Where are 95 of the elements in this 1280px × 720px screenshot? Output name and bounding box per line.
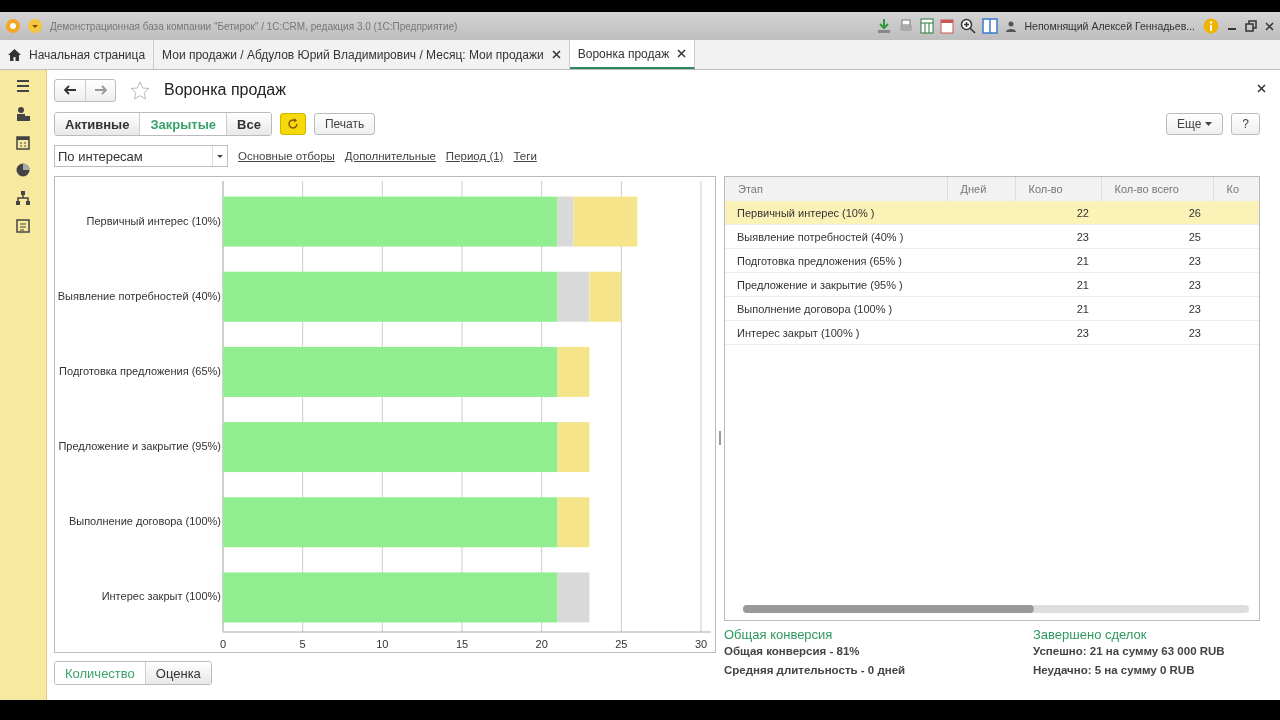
column-header[interactable]: Кол-во всего xyxy=(1101,177,1213,201)
axis-tick-label: 30 xyxy=(694,638,708,650)
table-row[interactable]: Выполнение договора (100% ) 21 23 xyxy=(725,296,1259,321)
table-cell: Выполнение договора (100% ) xyxy=(737,302,893,315)
category-label: Выявление потребностей (40%) xyxy=(57,289,221,302)
column-header[interactable]: Кол-во xyxy=(1015,177,1101,201)
category-label: Предложение и закрытие (95%) xyxy=(58,440,221,453)
caret-icon xyxy=(217,154,223,158)
calendar-icon[interactable] xyxy=(15,134,31,150)
pie-chart-icon[interactable] xyxy=(15,162,31,178)
filter-button[interactable]: Активные xyxy=(55,113,140,135)
table-icon[interactable] xyxy=(920,18,935,34)
table-cell: 23 xyxy=(1076,230,1089,243)
category-label: Интерес закрыт (100%) xyxy=(101,590,221,603)
category-label: Подготовка предложения (65%) xyxy=(59,364,221,377)
form-title: Воронка продаж xyxy=(164,81,286,99)
home-icon xyxy=(8,48,21,61)
table-cell: 21 xyxy=(1076,254,1089,267)
hierarchy-icon[interactable] xyxy=(15,190,31,206)
table-cell: Подготовка предложения (65% ) xyxy=(737,254,902,267)
filter-link[interactable]: Теги xyxy=(513,150,537,162)
filter-button[interactable]: Все xyxy=(226,113,271,135)
section-heading: Завершено сделок xyxy=(1033,627,1148,642)
table-cell: 21 xyxy=(1076,278,1089,291)
table-cell: 23 xyxy=(1188,278,1201,291)
panels-icon[interactable] xyxy=(982,18,999,34)
table-row[interactable]: Интерес закрыт (100% ) 23 23 xyxy=(725,320,1259,345)
filter-link[interactable]: Дополнительные xyxy=(344,150,436,162)
printer-icon[interactable] xyxy=(898,18,915,34)
user-name[interactable]: Непомнящий Алексей Геннадьев... xyxy=(1024,20,1195,32)
column-header[interactable]: Ко xyxy=(1213,177,1259,201)
splitter-handle-icon[interactable] xyxy=(717,431,723,445)
view-toggle-button[interactable]: Оценка xyxy=(144,662,211,684)
filter-link[interactable]: Период (1) xyxy=(445,150,504,162)
axis-tick-label: 0 xyxy=(219,638,227,650)
bar-segment xyxy=(589,271,622,322)
axis-tick-label: 20 xyxy=(535,638,548,650)
tab[interactable]: Воронка продаж xyxy=(569,40,696,69)
category-label: Выполнение договора (100%) xyxy=(68,515,221,528)
table-cell: 22 xyxy=(1076,206,1089,219)
close-icon[interactable] xyxy=(551,50,561,59)
table-cell: 23 xyxy=(1188,254,1201,267)
column-header[interactable]: Этап xyxy=(725,177,947,201)
left-arrow-icon xyxy=(64,85,76,95)
table-cell: 25 xyxy=(1188,230,1201,243)
help-button[interactable]: ? xyxy=(1231,113,1260,135)
summary-line: Средняя длительность - 0 дней xyxy=(724,664,907,676)
list-icon[interactable] xyxy=(15,218,31,234)
axis-tick-label: 25 xyxy=(615,638,628,650)
table-row[interactable]: Подготовка предложения (65% ) 21 23 xyxy=(725,248,1259,273)
refresh-icon xyxy=(286,118,299,130)
table-cell: 26 xyxy=(1188,206,1201,219)
window-title: Демонстрационная база компании "Бетирок" / 1С:CRM, редакция 3.0 (1С:Предприятие) xyxy=(50,20,459,32)
table-cell: Интерес закрыт (100% ) xyxy=(737,326,860,339)
calendar-icon[interactable] xyxy=(940,18,955,34)
table-cell: Выявление потребностей (40% ) xyxy=(737,230,904,243)
table-cell: 21 xyxy=(1076,302,1089,315)
more-button[interactable]: Еще xyxy=(1165,113,1224,135)
table-cell: 23 xyxy=(1188,302,1201,315)
table-row[interactable]: Первичный интерес (10% ) 22 26 xyxy=(725,201,1259,225)
table-row[interactable]: Предложение и закрытие (95% ) 21 23 xyxy=(725,272,1259,297)
caret-icon xyxy=(1205,122,1213,126)
restore-icon[interactable] xyxy=(1245,20,1257,32)
table-row[interactable]: Выявление потребностей (40% ) 23 25 xyxy=(725,224,1259,249)
user-icon xyxy=(1006,20,1017,32)
close-icon[interactable] xyxy=(677,49,687,58)
menu-caret-icon[interactable] xyxy=(28,19,42,33)
filter-link[interactable]: Основные отборы xyxy=(238,150,335,162)
summary-line: Неудачно: 5 на сумму 0 RUB xyxy=(1033,664,1196,676)
summary-line: Успешно: 21 на сумму 63 000 RUB xyxy=(1033,645,1226,657)
zoom-icon[interactable] xyxy=(960,18,977,34)
column-header[interactable]: Дней xyxy=(947,177,1015,201)
axis-tick-label: 10 xyxy=(376,638,389,650)
right-arrow-icon xyxy=(94,85,107,95)
tab[interactable]: Начальная страница xyxy=(0,40,155,69)
horizontal-scrollbar[interactable] xyxy=(743,605,1249,613)
star-icon[interactable] xyxy=(130,80,150,100)
menu-icon[interactable] xyxy=(15,78,31,94)
close-icon[interactable] xyxy=(1265,21,1274,31)
table-cell: 23 xyxy=(1188,326,1201,339)
people-icon[interactable] xyxy=(15,106,31,122)
refresh-button[interactable] xyxy=(279,113,306,135)
tab[interactable]: Мои продажи / Абдулов Юрий Владимирович / Месяц: Мои продажи xyxy=(154,40,570,69)
grouping-select[interactable]: По интересам xyxy=(54,145,228,167)
app-logo-icon xyxy=(6,19,20,33)
print-button[interactable]: Печать xyxy=(313,113,376,135)
axis-tick-label: 15 xyxy=(455,638,469,650)
summary-line: Общая конверсия - 81% xyxy=(724,645,861,657)
axis-tick-label: 5 xyxy=(299,638,306,650)
table-cell: Предложение и закрытие (95% ) xyxy=(737,278,903,291)
table-cell: Первичный интерес (10% ) xyxy=(737,206,875,219)
category-label: Первичный интерес (10%) xyxy=(86,214,221,227)
section-heading: Общая конверсия xyxy=(724,627,834,642)
close-icon[interactable] xyxy=(1257,84,1266,93)
table-cell: 23 xyxy=(1076,326,1089,339)
